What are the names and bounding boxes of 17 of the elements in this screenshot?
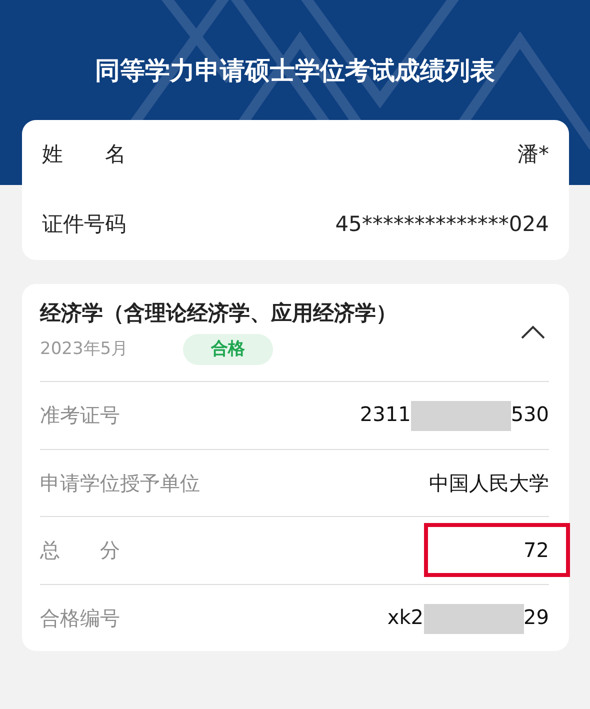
chevron-up-icon[interactable] [521,324,545,338]
field-label: 准考证号 [40,402,120,430]
page-title: 同等学力申请硕士学位考试成绩列表 [94,55,496,86]
field-value: xk2 29 [387,594,549,642]
status-badge: 合格 [183,334,274,365]
field-label: 证件号码 [42,211,126,238]
field-label: 申请学位授予单位 [40,470,200,497]
field-label: 姓 名 [42,141,126,168]
field-value: 45**************024 [335,211,549,238]
field-label: 总 分 [40,537,120,564]
exam-date: 2023年5月 [40,338,128,360]
field-value: 2311 530 [360,391,549,440]
field-label: 合格编号 [40,604,120,632]
highlighted-value: 72 [424,523,570,578]
field-value: 中国人民大学 [429,470,549,497]
field-value: 潘* [518,141,549,168]
subject-name: 经济学（含理论经济学、应用经济学） [40,300,397,327]
